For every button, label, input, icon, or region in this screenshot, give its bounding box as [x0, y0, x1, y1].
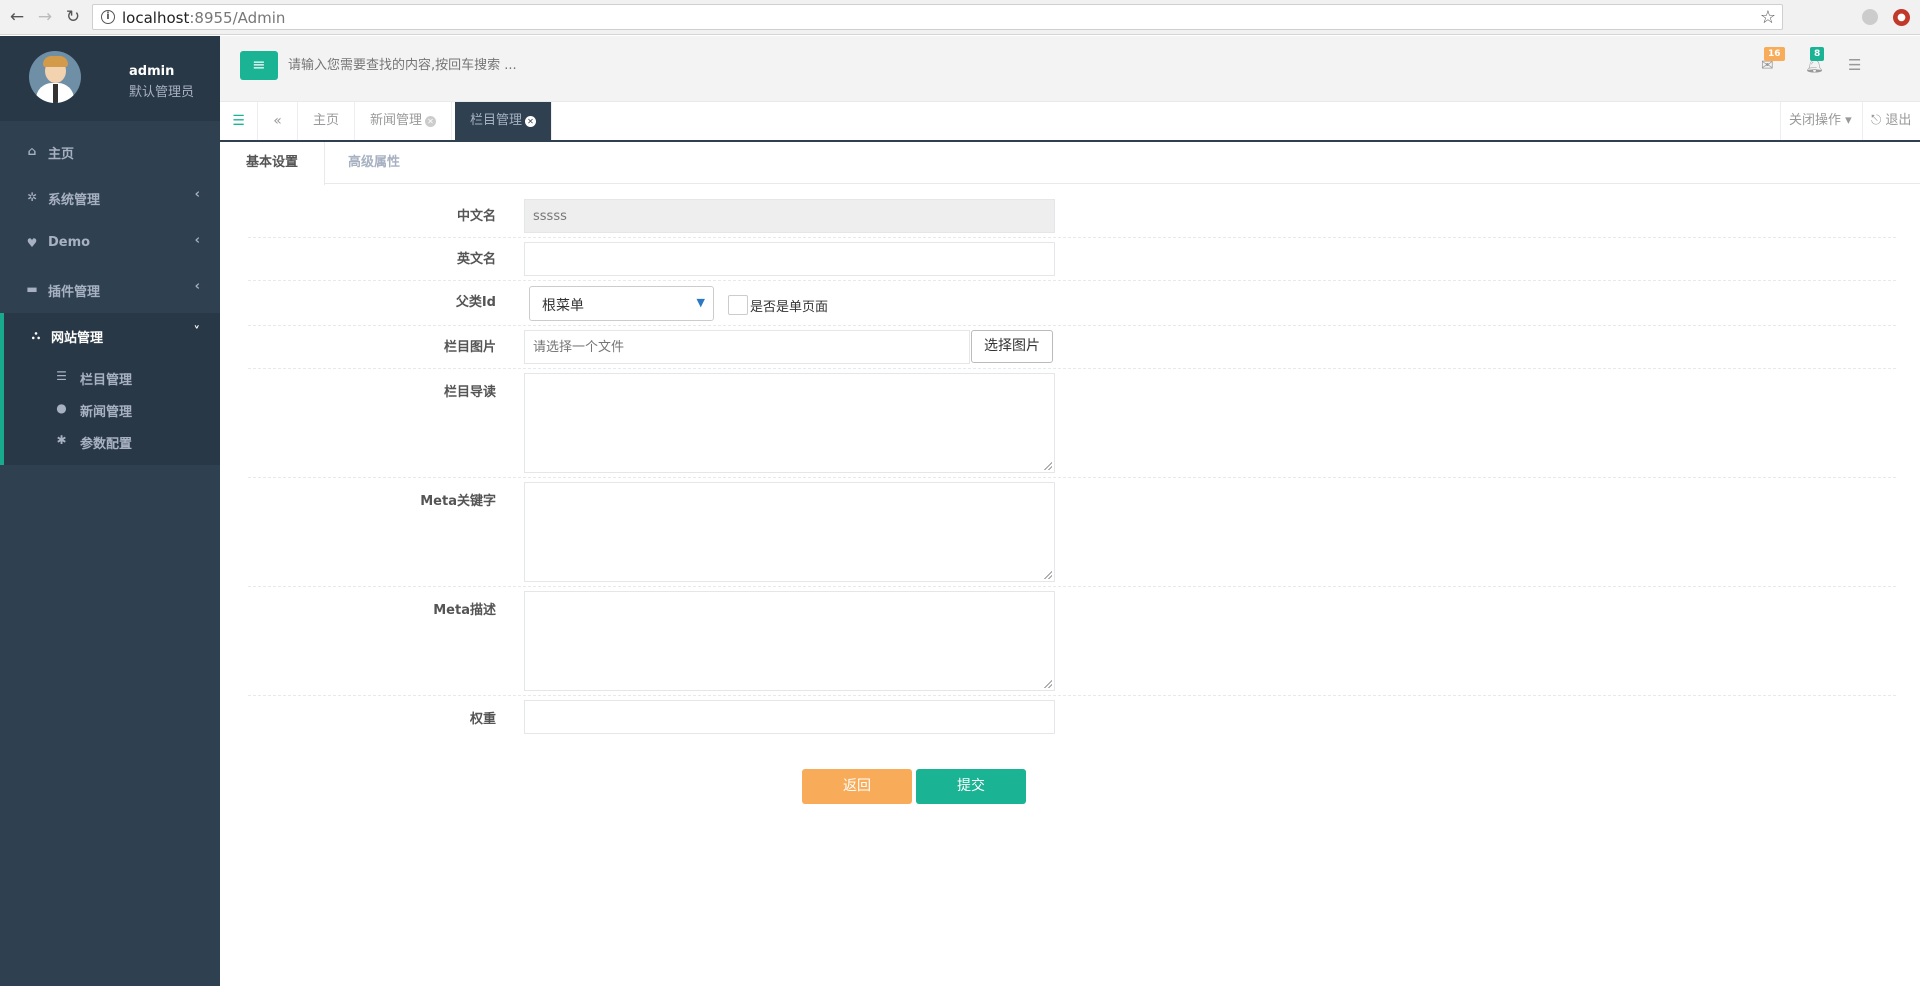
- row-divider: [248, 325, 1896, 326]
- chevron-left-icon: ‹: [194, 233, 200, 248]
- user-role[interactable]: 默认管理员: [129, 81, 194, 100]
- sidebar-item-home[interactable]: ⌂ 主页: [0, 129, 220, 175]
- back-button[interactable]: 返回: [802, 769, 912, 804]
- label-parent-id: 父类Id: [455, 295, 496, 310]
- chevron-left-icon: ‹: [194, 187, 200, 202]
- sidebar-item-system[interactable]: ✲ 系统管理 ‹: [0, 175, 220, 221]
- tab-column[interactable]: 栏目管理 ✕: [455, 102, 552, 140]
- sidebar-item-website[interactable]: ⛬ 网站管理 ˅: [0, 313, 220, 359]
- back-arrow-icon[interactable]: ←: [6, 6, 28, 28]
- row-divider: [248, 368, 1896, 369]
- tabs-scroll-left-icon[interactable]: «: [258, 102, 298, 140]
- label-intro: 栏目导读: [443, 385, 496, 400]
- row-divider: [248, 477, 1896, 478]
- notify-count-badge: 8: [1810, 47, 1825, 61]
- meta-desc-textarea[interactable]: [524, 591, 1055, 691]
- globe-icon: ●: [56, 401, 67, 415]
- form-tabs: 基本设置 高级属性: [220, 142, 1920, 185]
- chevron-down-icon: ▼: [696, 296, 705, 309]
- heart-icon: ♥: [26, 236, 38, 250]
- home-icon: ⌂: [27, 144, 37, 158]
- sidebar-subitem-label: 参数配置: [80, 437, 133, 452]
- asterisk-icon: ✱: [56, 433, 67, 447]
- close-operations-dropdown[interactable]: 关闭操作 ▾: [1780, 102, 1860, 140]
- row-divider: [248, 695, 1896, 696]
- image-file-input[interactable]: [524, 330, 970, 364]
- bookmark-star-icon[interactable]: ☆: [1760, 7, 1776, 28]
- user-profile: admin 默认管理员: [0, 36, 220, 121]
- tabs-list-icon[interactable]: ☰: [220, 102, 258, 140]
- row-divider: [248, 280, 1896, 281]
- plug-icon: ▬: [26, 282, 38, 296]
- parent-select[interactable]: 根菜单 ▼: [529, 286, 714, 321]
- user-name[interactable]: admin: [129, 64, 174, 79]
- label-meta-keywords: Meta关键字: [420, 494, 496, 509]
- intro-textarea[interactable]: [524, 373, 1055, 473]
- reload-icon[interactable]: ↻: [62, 6, 84, 28]
- choose-image-button[interactable]: 选择图片: [971, 330, 1053, 363]
- page-tabs: ☰ « 主页 新闻管理 ✕ 栏目管理 ✕ 关闭操作 ▾ ⎋ 退出: [220, 102, 1920, 142]
- list-icon: ☰: [56, 369, 67, 383]
- single-page-checkbox[interactable]: [728, 295, 748, 315]
- tab-news[interactable]: 新闻管理 ✕: [355, 102, 453, 140]
- top-header: ≡ ✉ 16 🔔︎ 8 ☰: [220, 36, 1920, 102]
- tasks-icon[interactable]: ☰: [1848, 56, 1861, 74]
- sidebar-subitem-params[interactable]: ✱ 参数配置: [4, 425, 220, 457]
- submit-button[interactable]: 提交: [916, 769, 1026, 804]
- resize-handle-icon[interactable]: [1044, 571, 1052, 579]
- submenu-website: ☰ 栏目管理 ● 新闻管理 ✱ 参数配置: [0, 359, 220, 465]
- sidebar-item-label: 系统管理: [48, 193, 101, 208]
- extension-stop-icon[interactable]: ●: [1893, 9, 1910, 26]
- chevron-left-icon: ‹: [194, 279, 200, 294]
- label-cn-name: 中文名: [456, 209, 496, 224]
- sidebar-item-demo[interactable]: ♥ Demo ‹: [0, 221, 220, 267]
- gear-icon: ✲: [26, 190, 38, 204]
- label-en-name: 英文名: [456, 252, 496, 267]
- single-page-label: 是否是单页面: [750, 300, 829, 315]
- close-icon[interactable]: ✕: [525, 116, 537, 127]
- label-weight: 权重: [469, 712, 496, 727]
- sitemap-icon: ⛬: [31, 328, 41, 342]
- sidebar-item-label: 网站管理: [51, 331, 104, 346]
- weight-input[interactable]: [524, 700, 1055, 734]
- cn-name-input[interactable]: [524, 199, 1055, 233]
- tab-home[interactable]: 主页: [298, 102, 356, 140]
- tab-basic-settings[interactable]: 基本设置: [220, 142, 326, 185]
- meta-keywords-textarea[interactable]: [524, 482, 1055, 582]
- row-divider: [248, 237, 1896, 238]
- tab-advanced-properties[interactable]: 高级属性: [322, 142, 426, 185]
- sidebar-item-label: 插件管理: [48, 285, 101, 300]
- resize-handle-icon[interactable]: [1044, 462, 1052, 470]
- forward-arrow-icon[interactable]: →: [34, 6, 56, 28]
- label-meta-desc: Meta描述: [433, 603, 496, 618]
- sidebar-subitem-news[interactable]: ● 新闻管理: [4, 393, 220, 425]
- row-divider: [248, 586, 1896, 587]
- sidebar: admin 默认管理员 ⌂ 主页 ✲ 系统管理 ‹ ♥ Demo ‹ ▬ 插件管…: [0, 36, 220, 986]
- sidebar-item-plugins[interactable]: ▬ 插件管理 ‹: [0, 267, 220, 313]
- avatar[interactable]: [29, 51, 81, 103]
- address-bar[interactable]: i localhost:8955/Admin ☆: [92, 4, 1783, 30]
- chevron-down-icon: ˅: [193, 325, 201, 340]
- menu-toggle-button[interactable]: ≡: [240, 51, 278, 80]
- sidebar-subitem-column[interactable]: ☰ 栏目管理: [4, 361, 220, 393]
- logout-button[interactable]: ⎋ 退出: [1862, 102, 1919, 140]
- sidebar-subitem-label: 新闻管理: [80, 405, 133, 420]
- close-icon[interactable]: ✕: [425, 116, 437, 127]
- mail-count-badge: 16: [1764, 47, 1785, 61]
- browser-toolbar: ← → ↻ i localhost:8955/Admin ☆ ●: [0, 0, 1920, 35]
- sidebar-item-label: Demo: [48, 235, 91, 250]
- resize-handle-icon[interactable]: [1044, 680, 1052, 688]
- sidebar-item-label: 主页: [48, 147, 75, 162]
- sidebar-subitem-label: 栏目管理: [80, 373, 133, 388]
- extension-icon[interactable]: [1862, 9, 1878, 25]
- info-icon[interactable]: i: [101, 10, 115, 24]
- url-text: localhost:8955/Admin: [122, 9, 286, 27]
- en-name-input[interactable]: [524, 242, 1055, 276]
- search-input[interactable]: [288, 50, 688, 80]
- label-image: 栏目图片: [443, 340, 496, 355]
